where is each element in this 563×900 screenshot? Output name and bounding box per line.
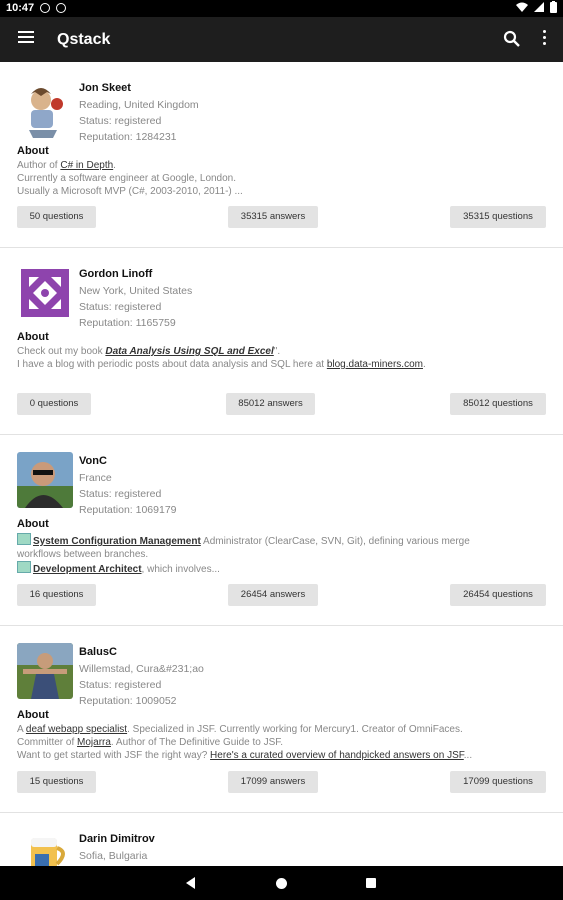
navigation-bar [0,866,563,900]
about-text-part: ... [463,750,473,761]
about-heading: About [17,145,49,157]
battery-icon [550,1,557,13]
user-status: Status: registered [79,488,162,500]
about-text-part: ". [273,346,281,357]
notification-icon [40,3,50,13]
about-text: Check out my book Data Analysis Using SQ… [17,345,537,371]
avatar [17,84,73,140]
about-text: System Configuration Management Administ… [17,533,537,576]
user-name[interactable]: Gordon Linoff [79,268,152,280]
about-line: Usually a Microsoft MVP (C#, 2003-2010, … [17,186,243,197]
about-link[interactable]: Development Architect [33,564,142,575]
about-text-part: Committer of [17,737,78,748]
status-icons [516,1,557,13]
answers-button[interactable]: 85012 answers [226,393,315,415]
more-options-icon[interactable] [541,30,547,48]
about-line: Currently a software engineer at Google,… [17,173,237,184]
right-questions-button[interactable]: 26454 questions [450,584,546,606]
wifi-icon [516,2,528,12]
about-link[interactable]: blog.data-miners.com [327,359,423,370]
user-reputation: Reputation: 1165759 [79,317,176,329]
about-heading: About [17,709,49,721]
about-text-part: . Specialized in JSF. Currently working … [127,724,463,735]
questions-button[interactable]: 16 questions [17,584,96,606]
status-time: 10:47 [6,2,35,14]
right-questions-button[interactable]: 35315 questions [450,206,546,228]
answers-button[interactable]: 17099 answers [228,771,318,793]
questions-button[interactable]: 0 questions [17,393,91,415]
about-text-part: Author of [17,160,61,171]
avatar [17,265,73,321]
user-reputation: Reputation: 1069179 [79,504,177,516]
about-text-part: Administrator (ClearCase, SVN, Git), def… [200,536,470,547]
right-questions-button[interactable]: 85012 questions [450,393,546,415]
user-card[interactable]: BalusC Willemstad, Cura&#231;ao Status: … [0,626,563,813]
home-icon[interactable] [276,878,287,889]
about-text-part: A [17,724,26,735]
about-line: workflows between branches. [17,549,149,560]
about-heading: About [17,331,49,343]
avatar [17,830,73,866]
about-link[interactable]: deaf webapp specialist [26,724,127,735]
about-text: Author of C# in Depth. Currently a softw… [17,159,537,198]
config-icon [17,533,31,545]
about-text-part: Want to get started with JSF the right w… [17,750,211,761]
user-status: Status: registered [79,115,162,127]
about-link[interactable]: Here's a curated overview of handpicked … [210,750,464,761]
architect-icon [17,561,31,573]
user-reputation: Reputation: 1009052 [79,695,177,707]
status-bar: 10:47 [0,0,563,17]
about-text-part: . [113,160,116,171]
about-link[interactable]: C# in Depth [60,160,113,171]
search-icon[interactable] [503,30,521,48]
user-location: New York, United States [79,285,193,297]
about-text: A deaf webapp specialist. Specialized in… [17,723,537,762]
recent-apps-icon[interactable] [366,878,376,888]
user-name[interactable]: BalusC [79,646,117,658]
avatar [17,643,73,699]
user-card[interactable]: Gordon Linoff New York, United States St… [0,248,563,435]
about-text-part: . Author of The Definitive Guide to JSF. [110,737,284,748]
user-card[interactable]: Darin Dimitrov Sofia, Bulgaria [0,813,563,866]
user-card[interactable]: Jon Skeet Reading, United Kingdom Status… [0,62,563,248]
back-icon[interactable] [186,877,195,889]
about-text-part: I have a blog with periodic posts about … [17,359,327,370]
answers-button[interactable]: 35315 answers [228,206,318,228]
user-name[interactable]: VonC [79,455,107,467]
user-card[interactable]: VonC France Status: registered Reputatio… [0,435,563,626]
about-link[interactable]: Data Analysis Using SQL and Excel [105,346,273,357]
about-text-part: . [422,359,426,370]
user-name[interactable]: Jon Skeet [79,82,131,94]
about-text-part: , which involves... [141,564,220,575]
about-link[interactable]: System Configuration Management [33,536,201,547]
user-location: Reading, United Kingdom [79,99,199,111]
user-list: Jon Skeet Reading, United Kingdom Status… [0,62,563,866]
app-title: Qstack [57,31,111,48]
avatar [17,452,73,508]
user-location: France [79,472,112,484]
notification-icon-2 [56,3,66,13]
user-location: Sofia, Bulgaria [79,850,148,862]
questions-button[interactable]: 15 questions [17,771,96,793]
signal-icon [534,2,544,12]
about-link[interactable]: Mojarra [77,737,111,748]
right-questions-button[interactable]: 17099 questions [450,771,546,793]
answers-button[interactable]: 26454 answers [228,584,318,606]
user-status: Status: registered [79,301,162,313]
user-status: Status: registered [79,679,162,691]
user-reputation: Reputation: 1284231 [79,131,177,143]
about-text-part: Check out my book [17,346,106,357]
app-bar: Qstack [0,17,563,62]
questions-button[interactable]: 50 questions [17,206,96,228]
user-location: Willemstad, Cura&#231;ao [79,663,204,675]
menu-icon[interactable] [18,31,34,45]
about-heading: About [17,518,49,530]
user-name[interactable]: Darin Dimitrov [79,833,155,845]
